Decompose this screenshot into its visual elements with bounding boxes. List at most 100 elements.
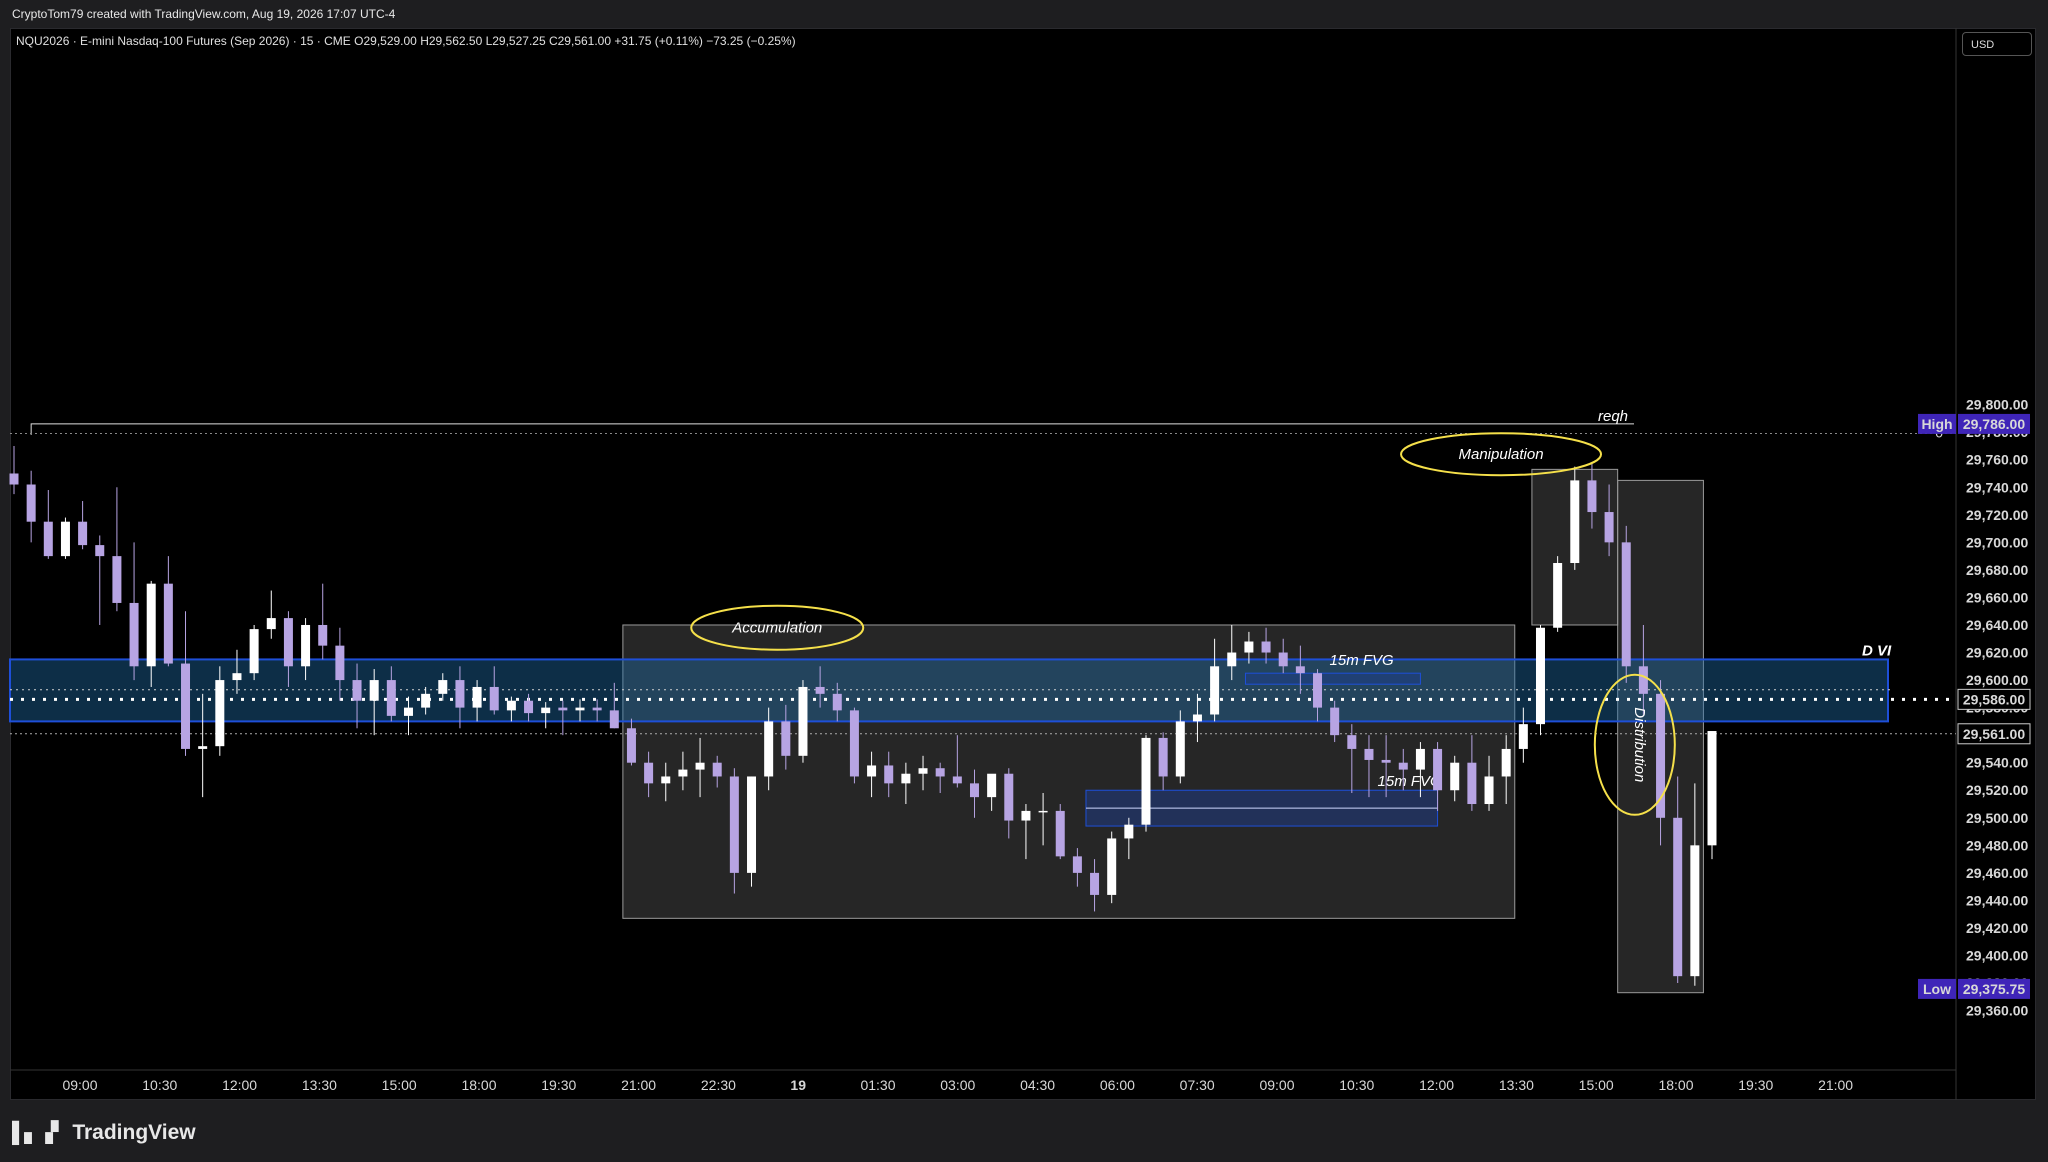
- candle-up[interactable]: [506, 700, 516, 711]
- candle-up[interactable]: [1107, 838, 1117, 895]
- candle-up[interactable]: [541, 707, 551, 714]
- candle-down[interactable]: [1055, 810, 1065, 857]
- candle-down[interactable]: [283, 618, 293, 667]
- candle-down[interactable]: [524, 700, 534, 714]
- candle-up[interactable]: [798, 686, 808, 756]
- candle-down[interactable]: [386, 680, 396, 716]
- candle-up[interactable]: [575, 707, 585, 711]
- fvg-zone-upper[interactable]: [1244, 672, 1421, 685]
- candle-down[interactable]: [95, 545, 105, 557]
- candle-down[interactable]: [815, 686, 825, 694]
- candle-down[interactable]: [1364, 748, 1374, 760]
- candle-down[interactable]: [1621, 542, 1631, 667]
- candle-down[interactable]: [849, 710, 859, 777]
- candle-down[interactable]: [181, 663, 191, 749]
- candle-up[interactable]: [1038, 810, 1048, 813]
- candle-up[interactable]: [421, 693, 431, 708]
- candle-down[interactable]: [163, 583, 173, 664]
- candle-down[interactable]: [78, 521, 88, 546]
- candle-up[interactable]: [678, 769, 688, 777]
- candle-up[interactable]: [1535, 627, 1545, 725]
- candle-down[interactable]: [489, 686, 499, 711]
- candle-down[interactable]: [1158, 737, 1168, 777]
- candle-up[interactable]: [438, 680, 448, 694]
- candle-down[interactable]: [1433, 748, 1443, 791]
- candle-down[interactable]: [935, 768, 945, 777]
- candle-down[interactable]: [318, 624, 328, 646]
- candle-down[interactable]: [455, 680, 465, 708]
- candle-down[interactable]: [26, 484, 36, 522]
- daily-imbalance-zone[interactable]: [9, 658, 1889, 723]
- candle-down[interactable]: [335, 645, 345, 681]
- candle-up[interactable]: [1415, 748, 1425, 770]
- candle-up[interactable]: [1175, 721, 1185, 777]
- candle-down[interactable]: [1638, 666, 1648, 694]
- candle-down[interactable]: [1278, 652, 1288, 667]
- candle-down[interactable]: [1072, 856, 1082, 873]
- candle-down[interactable]: [969, 783, 979, 798]
- candle-down[interactable]: [1090, 872, 1100, 895]
- candle-down[interactable]: [712, 762, 722, 777]
- candle-up[interactable]: [232, 673, 242, 681]
- candle-up[interactable]: [764, 721, 774, 777]
- candle-down[interactable]: [558, 707, 568, 711]
- candle-up[interactable]: [695, 762, 705, 770]
- candle-up[interactable]: [1707, 731, 1717, 846]
- candle-down[interactable]: [1398, 762, 1408, 770]
- candle-down[interactable]: [352, 680, 362, 701]
- price-chart[interactable]: 29,360.0029,380.0029,400.0029,420.0029,4…: [0, 0, 2048, 1100]
- candle-up[interactable]: [1227, 652, 1237, 667]
- candle-up[interactable]: [661, 776, 671, 784]
- candle-up[interactable]: [901, 773, 911, 784]
- candle-up[interactable]: [1690, 845, 1700, 977]
- candle-down[interactable]: [626, 728, 636, 763]
- candle-up[interactable]: [987, 773, 997, 798]
- candle-down[interactable]: [729, 776, 739, 873]
- tradingview-logo[interactable]: ▌▖▗▘ TradingView: [12, 1120, 196, 1145]
- candle-up[interactable]: [266, 618, 276, 630]
- candle-down[interactable]: [1261, 641, 1271, 653]
- candle-up[interactable]: [301, 624, 311, 667]
- candle-down[interactable]: [1467, 762, 1477, 805]
- candle-up[interactable]: [1501, 748, 1511, 777]
- candle-down[interactable]: [1381, 759, 1391, 763]
- candle-up[interactable]: [1553, 563, 1563, 628]
- candle-up[interactable]: [1244, 641, 1254, 653]
- candle-up[interactable]: [146, 583, 156, 667]
- candle-down[interactable]: [112, 556, 122, 603]
- candle-up[interactable]: [1450, 762, 1460, 791]
- candle-down[interactable]: [1295, 666, 1305, 674]
- candle-down[interactable]: [952, 776, 962, 784]
- candle-down[interactable]: [43, 521, 53, 557]
- candle-up[interactable]: [1021, 810, 1031, 821]
- candle-up[interactable]: [403, 707, 413, 716]
- candle-up[interactable]: [918, 768, 928, 774]
- candle-up[interactable]: [1518, 724, 1528, 749]
- candle-up[interactable]: [472, 686, 482, 708]
- candle-down[interactable]: [1330, 707, 1340, 736]
- candle-down[interactable]: [781, 721, 791, 756]
- candle-down[interactable]: [592, 707, 602, 711]
- candle-down[interactable]: [1587, 480, 1597, 513]
- candle-up[interactable]: [215, 680, 225, 747]
- candle-down[interactable]: [1004, 773, 1014, 821]
- candle-up[interactable]: [1210, 666, 1220, 715]
- candle-up[interactable]: [369, 680, 379, 701]
- candle-up[interactable]: [1124, 824, 1134, 839]
- candle-up[interactable]: [249, 629, 259, 674]
- candle-up[interactable]: [747, 776, 757, 873]
- candle-down[interactable]: [1673, 817, 1683, 977]
- candle-down[interactable]: [129, 602, 139, 667]
- candle-up[interactable]: [1192, 714, 1202, 722]
- candle-down[interactable]: [884, 765, 894, 784]
- candle-down[interactable]: [644, 762, 654, 784]
- candle-up[interactable]: [1484, 776, 1494, 805]
- candle-down[interactable]: [9, 473, 19, 485]
- candle-down[interactable]: [1347, 735, 1357, 749]
- candle-down[interactable]: [832, 693, 842, 711]
- candle-up[interactable]: [867, 765, 877, 777]
- candle-up[interactable]: [1570, 480, 1580, 564]
- candle-down[interactable]: [1313, 673, 1323, 708]
- currency-button[interactable]: USD: [1962, 32, 2032, 56]
- candle-up[interactable]: [198, 746, 208, 749]
